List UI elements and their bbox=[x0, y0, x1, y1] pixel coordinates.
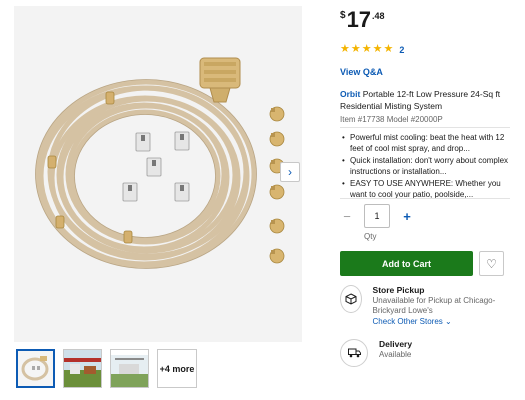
thumbnail-2[interactable] bbox=[63, 349, 102, 388]
heart-icon: ♡ bbox=[486, 256, 497, 271]
store-pickup-text: Store Pickup Unavailable for Pickup at C… bbox=[373, 285, 510, 327]
star-icon: ★ bbox=[383, 43, 394, 55]
delivery-text: Delivery Available bbox=[379, 339, 412, 367]
store-pickup-option[interactable]: Store Pickup Unavailable for Pickup at C… bbox=[340, 285, 510, 327]
price-currency: $ bbox=[340, 10, 346, 21]
highlight-item: EASY TO USE ANYWHERE: Whether you want t… bbox=[342, 178, 514, 200]
add-to-cart-button[interactable]: Add to Cart bbox=[340, 251, 473, 276]
misting-kit-thumbnail-image bbox=[18, 351, 53, 386]
thumbnail-3[interactable] bbox=[110, 349, 149, 388]
price-dollars: 17 bbox=[346, 7, 372, 32]
chevron-down-icon: ⌄ bbox=[445, 317, 452, 326]
brand-link[interactable]: Orbit bbox=[340, 89, 360, 99]
minus-icon[interactable]: − bbox=[340, 209, 354, 224]
check-other-stores-link[interactable]: Check Other Stores ⌄ bbox=[373, 316, 510, 327]
delivery-status: Available bbox=[379, 350, 412, 359]
favorite-button[interactable]: ♡ bbox=[479, 251, 504, 276]
highlights-list: Powerful mist cooling: beat the heat wit… bbox=[342, 132, 514, 201]
product-main-image[interactable] bbox=[14, 6, 302, 342]
star-icon: ★ bbox=[340, 43, 350, 55]
quantity-label: Qty bbox=[364, 232, 377, 241]
item-model-number: Item #17738 Model #20000P bbox=[340, 115, 443, 124]
price-cents: .48 bbox=[372, 11, 385, 21]
quantity-stepper: − + bbox=[340, 204, 414, 228]
gallery-next-button[interactable]: › bbox=[280, 162, 300, 182]
more-images-button[interactable]: +4 more bbox=[157, 349, 197, 388]
product-title: Orbit Portable 12-ft Low Pressure 24-Sq … bbox=[340, 88, 516, 112]
store-pickup-status: Unavailable for Pickup at Chicago-Bricky… bbox=[372, 296, 496, 315]
chevron-right-icon: › bbox=[288, 165, 292, 179]
view-qa-link[interactable]: View Q&A bbox=[340, 67, 383, 77]
check-other-stores-label: Check Other Stores bbox=[372, 317, 443, 326]
misting-hose-coil-image bbox=[35, 57, 285, 269]
rating-count[interactable]: 2 bbox=[399, 45, 404, 55]
plus-icon[interactable]: + bbox=[400, 209, 414, 224]
thumbnail-strip: +4 more bbox=[16, 349, 197, 388]
rating[interactable]: ★ ★ ★ ★ ★ 2 bbox=[340, 44, 404, 55]
quantity-input[interactable] bbox=[364, 204, 390, 228]
product-info-panel: $ 17 .48 ★ ★ ★ ★ ★ 2 View Q&A Orbit Port… bbox=[340, 8, 510, 367]
star-icon: ★ bbox=[372, 43, 383, 55]
outdoor-scene-thumbnail-image bbox=[111, 350, 148, 387]
patio-scene-thumbnail-image bbox=[64, 350, 101, 387]
star-icon: ★ bbox=[361, 43, 372, 55]
product-name: Portable 12-ft Low Pressure 24-Sq ft Res… bbox=[340, 89, 501, 111]
price: $ 17 .48 bbox=[340, 8, 510, 34]
box-icon bbox=[340, 285, 362, 313]
delivery-option[interactable]: Delivery Available bbox=[340, 339, 412, 367]
divider bbox=[340, 127, 510, 128]
more-images-label: +4 more bbox=[159, 363, 195, 374]
highlight-item: Powerful mist cooling: beat the heat wit… bbox=[342, 132, 514, 154]
divider bbox=[340, 198, 510, 199]
store-pickup-title: Store Pickup bbox=[372, 285, 425, 295]
truck-icon bbox=[340, 339, 368, 367]
highlight-item: Quick installation: don't worry about co… bbox=[342, 155, 514, 177]
star-icon: ★ bbox=[350, 43, 361, 55]
thumbnail-1[interactable] bbox=[16, 349, 55, 388]
delivery-title: Delivery bbox=[379, 339, 413, 349]
